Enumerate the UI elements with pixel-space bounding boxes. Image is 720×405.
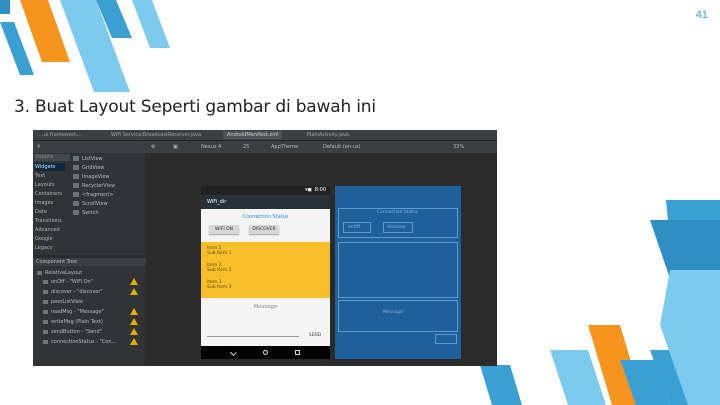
warning-icon[interactable] (130, 288, 138, 295)
layout-editor-toolbar: ⚲ ⚙ ▣ Nexus 4 25 AppTheme Default (en-us… (33, 141, 497, 153)
device-selector[interactable]: Nexus 4 (201, 143, 221, 151)
decorative-stripes-top (0, 0, 170, 92)
palette-category[interactable]: Advanced (35, 226, 60, 234)
tree-row[interactable]: writeMsg (Plain Text) (43, 318, 103, 326)
palette-category[interactable]: Layouts (35, 181, 55, 189)
home-icon[interactable] (263, 350, 268, 355)
editor-tab[interactable]: MainActivity.java (303, 131, 353, 139)
component-tree-panel: Component Tree RelativeLayout onOff - "W… (33, 258, 148, 366)
palette-category[interactable]: Legacy (35, 244, 53, 252)
palette-category[interactable]: Google (35, 235, 53, 243)
warning-icon[interactable] (130, 318, 138, 325)
widget-icon (43, 289, 48, 294)
palette-panel: Palette Widgets Text Layouts Containers … (33, 153, 145, 255)
tree-row[interactable]: connectionStatus - "Con... (43, 338, 116, 346)
blueprint-discover-label: discover (387, 225, 406, 230)
listview-icon (73, 156, 79, 161)
blueprint-connection-label: Connection Status (377, 210, 419, 215)
layout-icon (37, 270, 42, 275)
component-tree-header: Component Tree (33, 258, 148, 266)
tree-row[interactable]: discover - "discover" (43, 288, 103, 296)
editor-tab[interactable]: WiFi Service/BroadcastReceiver.java (107, 131, 205, 139)
editor-tab-active[interactable]: AndroidManifest.xml (223, 131, 283, 139)
blueprint-message-box (338, 300, 458, 332)
palette-item[interactable]: ListView (73, 155, 103, 163)
widget-icon (43, 329, 48, 334)
widget-icon (43, 339, 48, 344)
blueprint-send-box[interactable] (435, 334, 457, 344)
list-item[interactable]: Item 1 Sub Item 1 (207, 246, 232, 256)
android-studio-screenshot: ...ui.framework... WiFi Service/Broadcas… (33, 130, 497, 366)
imageview-icon (73, 174, 79, 179)
list-item[interactable]: Item 3 Sub Item 3 (207, 280, 232, 290)
palette-item[interactable]: Switch (73, 209, 99, 217)
theme-selector[interactable]: AppTheme (271, 143, 298, 151)
send-button[interactable]: SEND (304, 332, 326, 340)
recents-icon[interactable] (295, 350, 300, 355)
widget-icon (43, 319, 48, 324)
phone-preview: ▾◼ 8:00 WiFi_dir Connection Status WIFI O… (201, 186, 330, 359)
widget-icon (43, 299, 48, 304)
zoom-level[interactable]: 33% (453, 143, 464, 151)
tree-row[interactable]: sendButton - "Send" (43, 328, 102, 336)
palette-category[interactable]: Containers (35, 190, 62, 198)
widget-icon (43, 309, 48, 314)
editor-tab[interactable]: ...ui.framework... (35, 131, 86, 139)
tree-row[interactable]: RelativeLayout (37, 269, 82, 277)
tree-row[interactable]: onOff - "WiFi On" (43, 278, 93, 286)
wifi-on-button[interactable]: WIFI ON (209, 225, 239, 234)
switch-icon (73, 210, 79, 215)
warning-icon[interactable] (130, 328, 138, 335)
tree-row[interactable]: readMsg - "Message" (43, 308, 104, 316)
warning-icon[interactable] (130, 338, 138, 345)
navigation-bar (201, 346, 330, 359)
blueprint-list-box[interactable] (338, 242, 458, 298)
scrollview-icon (73, 201, 79, 206)
battery-icon: ▾◼ (305, 187, 312, 193)
list-item[interactable]: Item 2 Sub Item 2 (207, 263, 232, 273)
tree-row[interactable]: peerListView (43, 298, 83, 306)
gridview-icon (73, 165, 79, 170)
page-number: 41 (695, 9, 708, 21)
palette-item[interactable]: <fragment> (73, 191, 114, 199)
palette-item[interactable]: ImageView (73, 173, 110, 181)
fragment-icon (73, 192, 79, 197)
palette-item[interactable]: GridView (73, 164, 104, 172)
connection-status-label: Connection Status (242, 214, 289, 220)
palette-search-input[interactable]: Palette (34, 154, 70, 161)
blueprint-message-label: Message (383, 310, 403, 315)
palette-category[interactable]: Text (35, 172, 45, 180)
write-message-field[interactable] (207, 336, 299, 337)
palette-item[interactable]: ScrollView (73, 200, 108, 208)
palette-category[interactable]: Widgets (35, 163, 65, 171)
recyclerview-icon (73, 183, 79, 188)
discover-button[interactable]: DISCOVER (249, 225, 279, 234)
blueprint-preview: Connection Status onOff discover Message (335, 186, 461, 359)
peer-list-view[interactable]: Item 1 Sub Item 1 Item 2 Sub Item 2 Item 3… (201, 242, 330, 298)
palette-category[interactable]: Images (35, 199, 53, 207)
warning-icon[interactable] (130, 278, 138, 285)
read-message-text: Message (253, 304, 278, 310)
app-bar-title: WiFi_dir (201, 195, 330, 209)
locale-selector[interactable]: Default (en-us) (323, 143, 361, 151)
gear-icon[interactable]: ⚙ (151, 143, 155, 151)
widget-icon (43, 279, 48, 284)
blueprint-onoff-label: onOff (348, 225, 361, 230)
slide-title: 3. Buat Layout Seperti gambar di bawah i… (14, 97, 376, 117)
api-level-selector[interactable]: 25 (243, 143, 249, 151)
warning-icon[interactable] (130, 308, 138, 315)
design-mode-icon[interactable]: ▣ (173, 143, 178, 151)
palette-item[interactable]: RecyclerView (73, 182, 115, 190)
back-icon[interactable] (229, 348, 238, 357)
palette-search-icon[interactable]: ⚲ (37, 143, 41, 151)
editor-tabbar: ...ui.framework... WiFi Service/Broadcas… (33, 130, 497, 141)
palette-category[interactable]: Date (35, 208, 47, 216)
decorative-stripes-bottom (480, 200, 720, 405)
palette-category[interactable]: Transitions (35, 217, 62, 225)
status-bar: ▾◼ 8:00 (201, 186, 330, 195)
